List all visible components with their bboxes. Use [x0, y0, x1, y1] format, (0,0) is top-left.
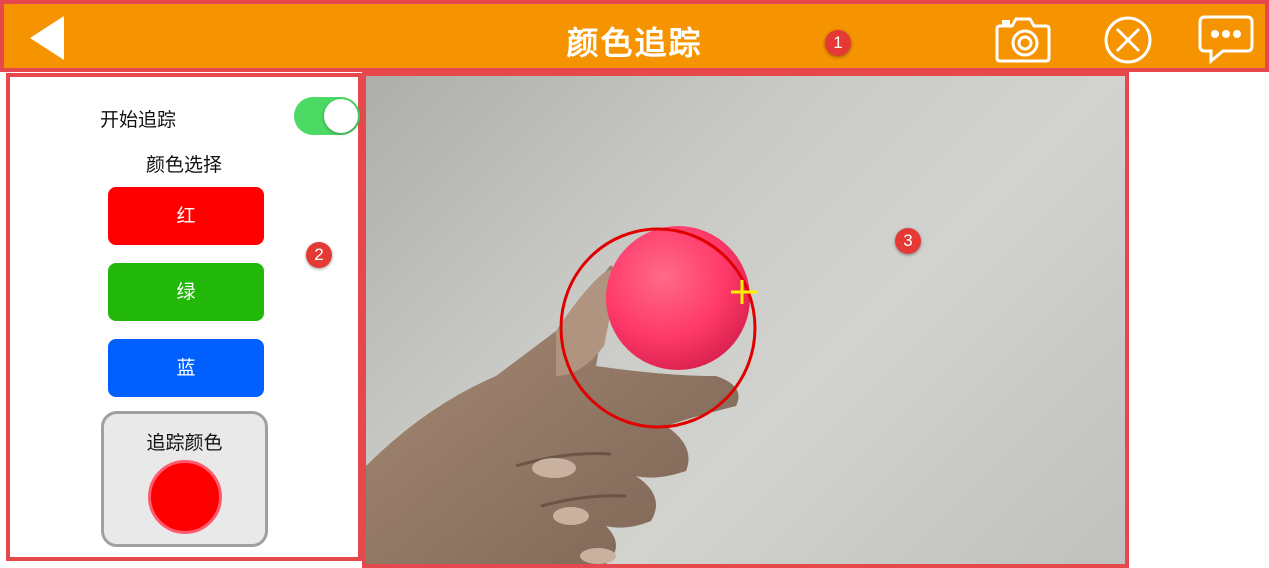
- control-panel: 开始追踪 颜色选择 红 绿 蓝 追踪颜色 2: [6, 73, 362, 561]
- tracked-color-label: 追踪颜色: [146, 432, 223, 454]
- camera-icon[interactable]: [994, 14, 1052, 64]
- red-color-button[interactable]: 红: [108, 187, 264, 245]
- page-title: 颜色追踪: [566, 24, 703, 62]
- pink-ball-image: [606, 226, 750, 370]
- close-circle-icon[interactable]: [1099, 14, 1157, 64]
- tracked-color-panel: 追踪颜色: [101, 411, 268, 547]
- start-tracking-toggle[interactable]: [294, 97, 360, 135]
- chat-bubble-icon[interactable]: [1197, 14, 1255, 64]
- tracked-color-swatch: [148, 460, 222, 534]
- top-toolbar: 颜色追踪 1: [0, 0, 1269, 72]
- color-select-label: 颜色选择: [145, 154, 222, 176]
- start-tracking-label: 开始追踪: [100, 109, 177, 131]
- toggle-knob: [324, 99, 358, 133]
- annotation-badge-2: 2: [306, 242, 332, 268]
- blue-color-button[interactable]: 蓝: [108, 339, 264, 397]
- camera-scene: [366, 226, 757, 564]
- annotation-badge-1: 1: [825, 30, 851, 56]
- green-color-button[interactable]: 绿: [108, 263, 264, 321]
- camera-preview: 3: [362, 72, 1129, 568]
- annotation-badge-3: 3: [895, 228, 921, 254]
